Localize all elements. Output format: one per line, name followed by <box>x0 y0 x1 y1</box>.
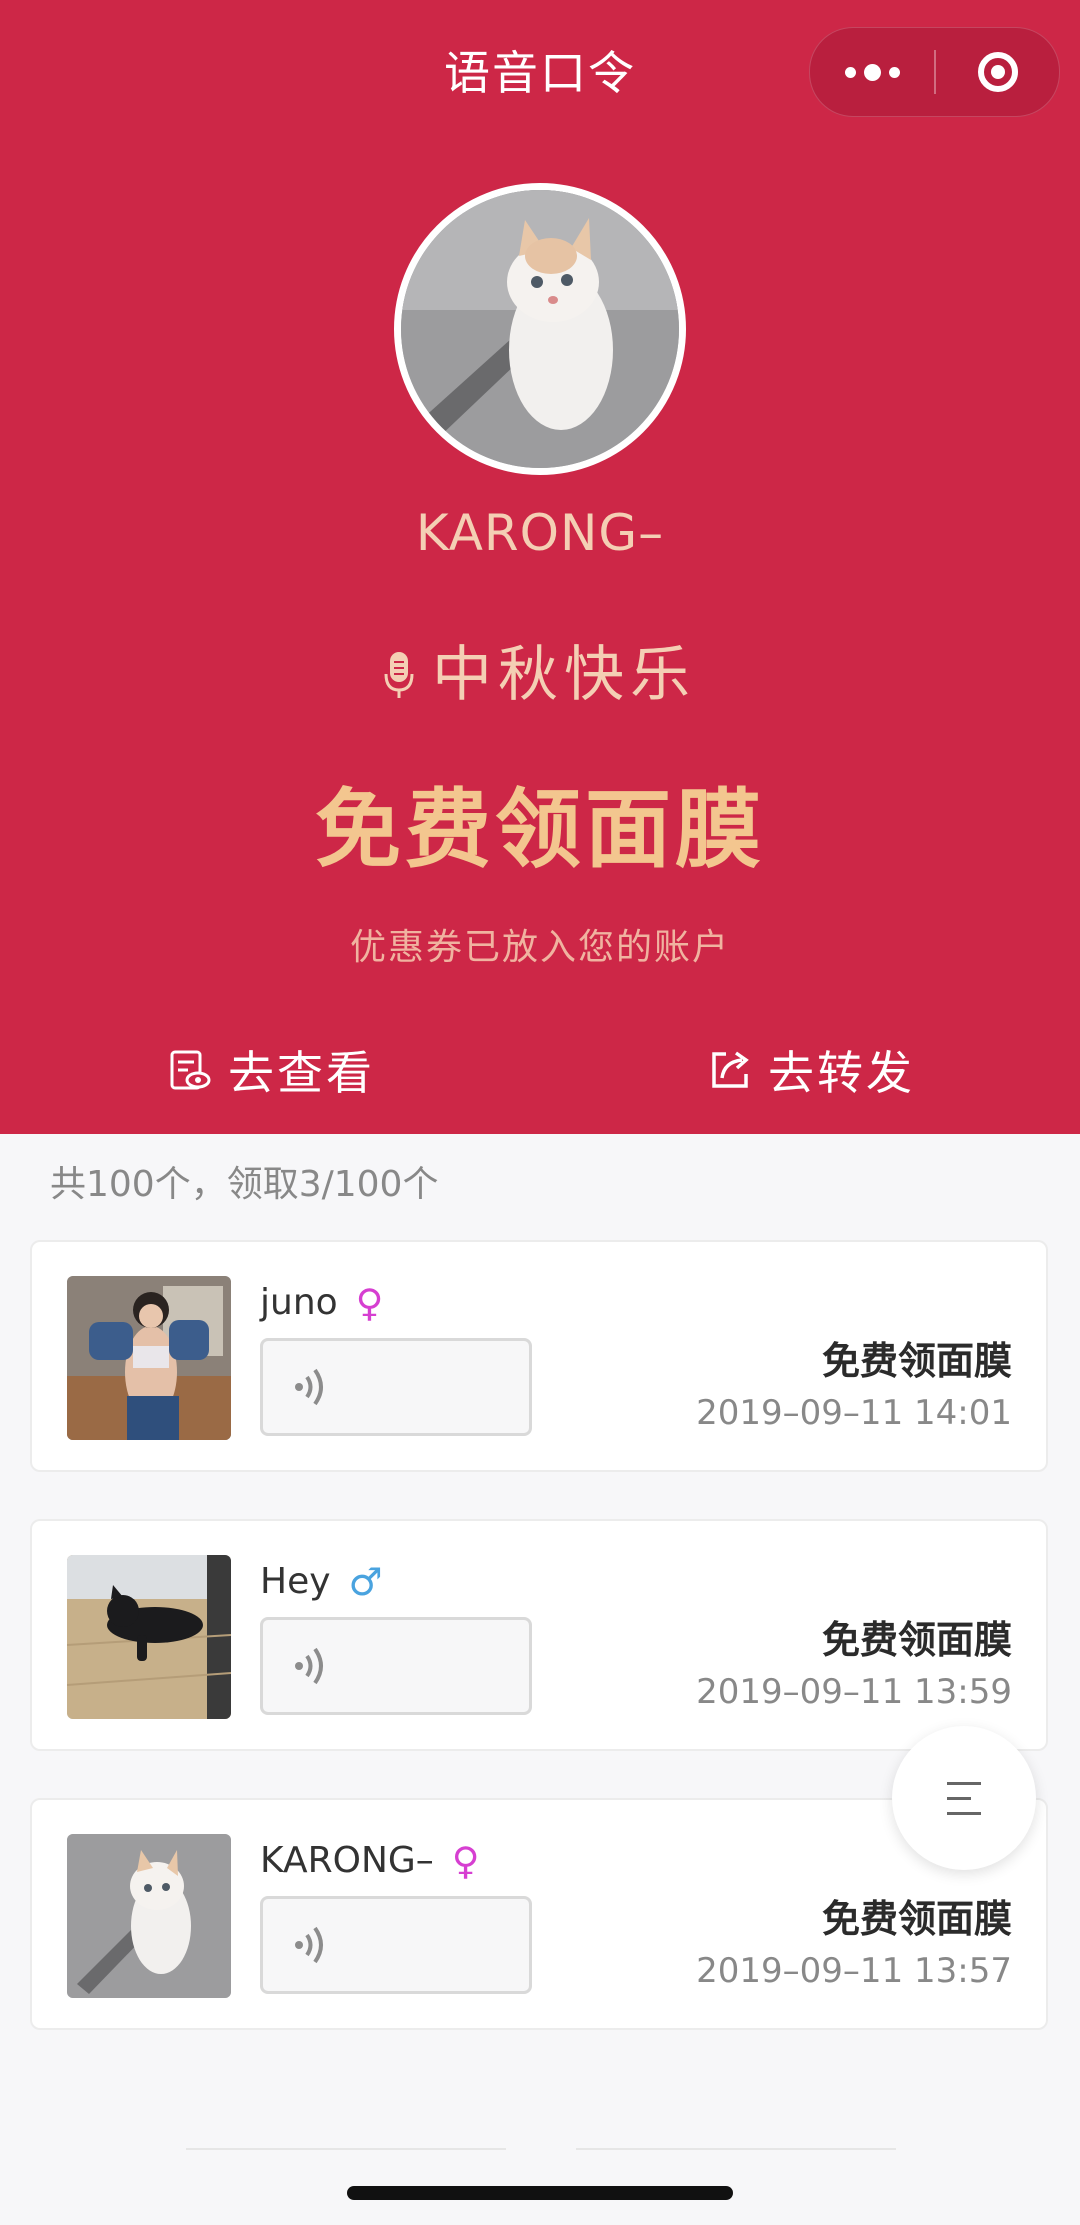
user-avatar <box>67 1834 231 1998</box>
user-name-text: KARONG– <box>260 1840 434 1881</box>
user-name: juno ♀ <box>260 1278 384 1328</box>
target-circle-icon <box>978 52 1018 92</box>
list-item: KARONG– ♀ 免费领面膜 2019–09–11 13:57 <box>30 1798 1048 2030</box>
prize-name: 免费领面膜 <box>821 1618 1012 1662</box>
user-name: Hey ♂ <box>260 1557 383 1607</box>
voice-wave-icon <box>295 1647 323 1685</box>
more-button[interactable] <box>812 28 932 116</box>
prize-name: 免费领面膜 <box>821 1897 1012 1941</box>
header-banner: 语音口令 KARONG– 中秋快乐 免费领面膜 优惠券已放入您的账户 去查看 去… <box>0 0 1080 1134</box>
view-label: 去查看 <box>228 1046 375 1100</box>
cat-photo <box>401 190 679 468</box>
list-item: Hey ♂ 免费领面膜 2019–09–11 13:59 <box>30 1519 1048 1751</box>
voice-command: 中秋快乐 <box>0 635 1080 715</box>
username: KARONG– <box>415 504 665 562</box>
share-label: 去转发 <box>768 1046 915 1100</box>
claim-summary: 共100个，领取3/100个 <box>50 1164 439 1205</box>
voice-command-text: 中秋快乐 <box>432 640 696 710</box>
voice-message-button[interactable] <box>260 1338 532 1436</box>
reward-title: 免费领面膜 <box>315 780 765 880</box>
divider <box>186 2148 506 2150</box>
menu-lines-icon <box>947 1781 981 1815</box>
close-miniprogram-button[interactable] <box>938 28 1058 116</box>
list-item: juno ♀ 免费领面膜 2019–09–11 14:01 <box>30 1240 1048 1472</box>
female-icon: ♀ <box>355 1281 384 1325</box>
voice-message-button[interactable] <box>260 1896 532 1994</box>
prize-name: 免费领面膜 <box>821 1339 1012 1383</box>
microphone-icon <box>384 650 414 700</box>
capsule-divider <box>934 50 936 94</box>
female-icon: ♀ <box>451 1839 480 1883</box>
view-button[interactable]: 去查看 <box>168 1035 375 1105</box>
more-dots-icon <box>844 63 900 81</box>
black-cat-photo <box>67 1555 231 1719</box>
woman-photo <box>67 1276 231 1440</box>
claim-time: 2019–09–11 13:57 <box>696 1951 1012 1991</box>
claim-time: 2019–09–11 13:59 <box>696 1672 1012 1712</box>
share-button[interactable]: 去转发 <box>708 1035 915 1105</box>
floating-menu-button[interactable] <box>892 1726 1036 1870</box>
home-indicator[interactable] <box>347 2186 733 2200</box>
page: 语音口令 KARONG– 中秋快乐 免费领面膜 优惠券已放入您的账户 去查看 去… <box>0 0 1080 2225</box>
user-name: KARONG– ♀ <box>260 1836 480 1886</box>
user-avatar <box>67 1276 231 1440</box>
divider <box>576 2148 896 2150</box>
avatar <box>394 183 686 475</box>
claim-time: 2019–09–11 14:01 <box>696 1393 1012 1433</box>
voice-wave-icon <box>295 1926 323 1964</box>
share-out-icon <box>712 1051 749 1088</box>
coupon-note: 优惠券已放入您的账户 <box>349 927 730 968</box>
document-eye-icon <box>170 1050 211 1090</box>
user-name-text: juno <box>260 1282 338 1323</box>
user-name-text: Hey <box>260 1561 331 1602</box>
user-avatar <box>67 1555 231 1719</box>
voice-message-button[interactable] <box>260 1617 532 1715</box>
cat-photo <box>67 1834 231 1998</box>
miniprogram-capsule <box>809 27 1060 117</box>
male-icon: ♂ <box>348 1560 383 1604</box>
voice-wave-icon <box>295 1368 323 1406</box>
